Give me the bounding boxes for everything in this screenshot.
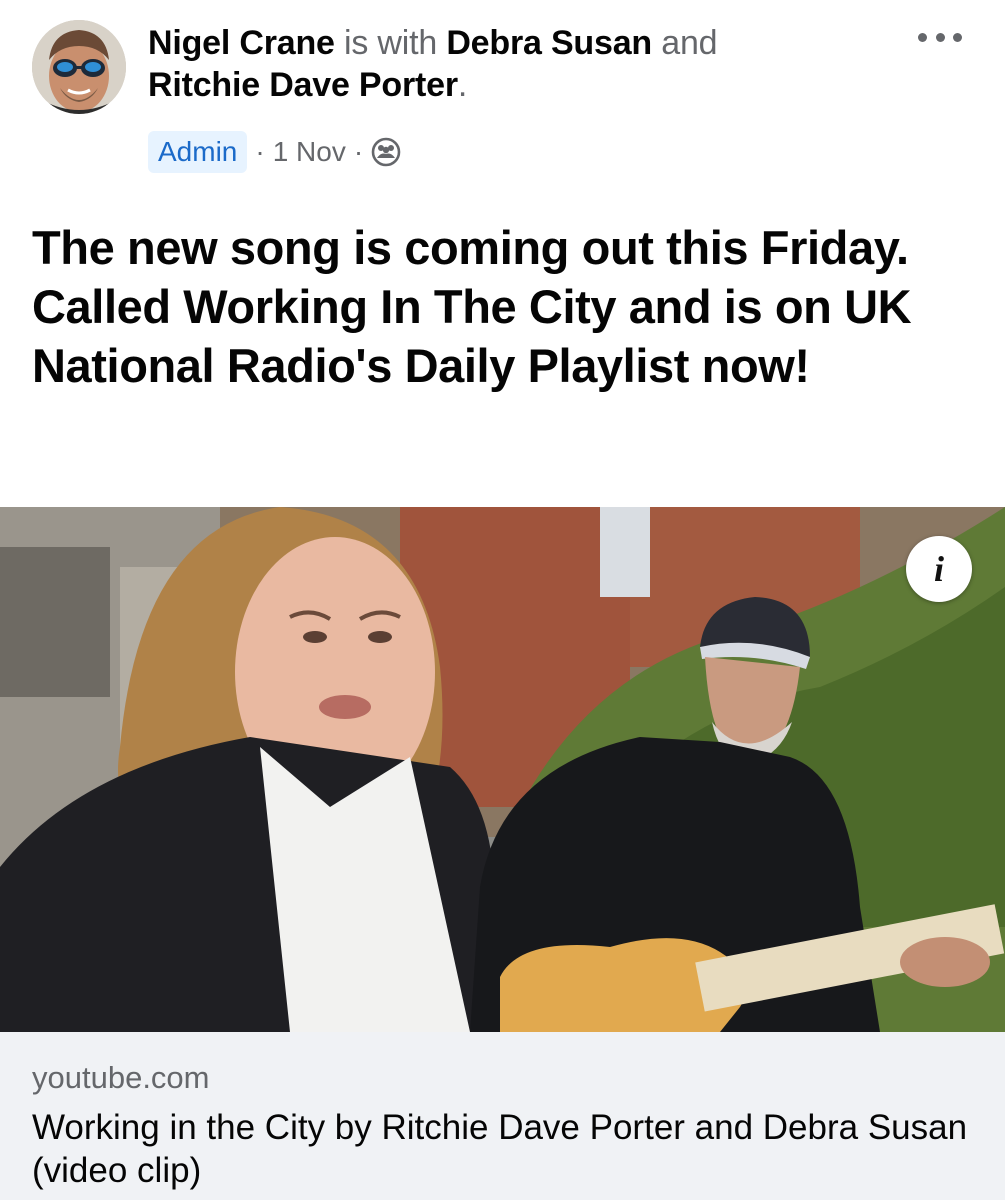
- author-avatar[interactable]: [32, 20, 126, 114]
- header-line-2: Ritchie Dave Porter.: [148, 64, 868, 106]
- avatar-photo: [32, 20, 126, 114]
- more-dot-icon: [953, 32, 962, 42]
- and-text: and: [661, 24, 718, 62]
- with-text: is with: [344, 24, 438, 62]
- post-message: The new song is coming out this Friday. …: [32, 221, 912, 392]
- post-header: Nigel Crane is with Debra Susan and Ritc…: [148, 22, 868, 106]
- link-title[interactable]: Working in the City by Ritchie Dave Port…: [32, 1106, 977, 1192]
- tagged-person-2[interactable]: Ritchie Dave Porter: [148, 66, 458, 104]
- more-options-button[interactable]: [918, 24, 962, 50]
- link-preview[interactable]: youtube.com Working in the City by Ritch…: [0, 1032, 1005, 1200]
- video-frame-illustration: [0, 507, 1005, 1032]
- link-domain: youtube.com: [32, 1060, 210, 1095]
- facebook-post: Nigel Crane is with Debra Susan and Ritc…: [0, 0, 1005, 1200]
- meta-separator: ·: [353, 136, 364, 167]
- more-dot-icon: [918, 32, 927, 42]
- video-thumbnail[interactable]: i: [0, 507, 1005, 1032]
- group-audience-icon[interactable]: [371, 137, 401, 167]
- post-date[interactable]: 1 Nov: [273, 136, 346, 168]
- tagged-person-1[interactable]: Debra Susan: [446, 24, 652, 62]
- admin-badge[interactable]: Admin: [148, 131, 248, 173]
- meta-separator: ·: [255, 136, 265, 167]
- post-meta: Admin · 1 Nov ·: [148, 130, 401, 174]
- header-line-1: Nigel Crane is with Debra Susan and: [148, 22, 868, 64]
- author-name[interactable]: Nigel Crane: [148, 24, 335, 62]
- more-dot-icon: [935, 32, 945, 42]
- info-icon-button[interactable]: i: [906, 536, 972, 602]
- header-period: .: [457, 66, 468, 104]
